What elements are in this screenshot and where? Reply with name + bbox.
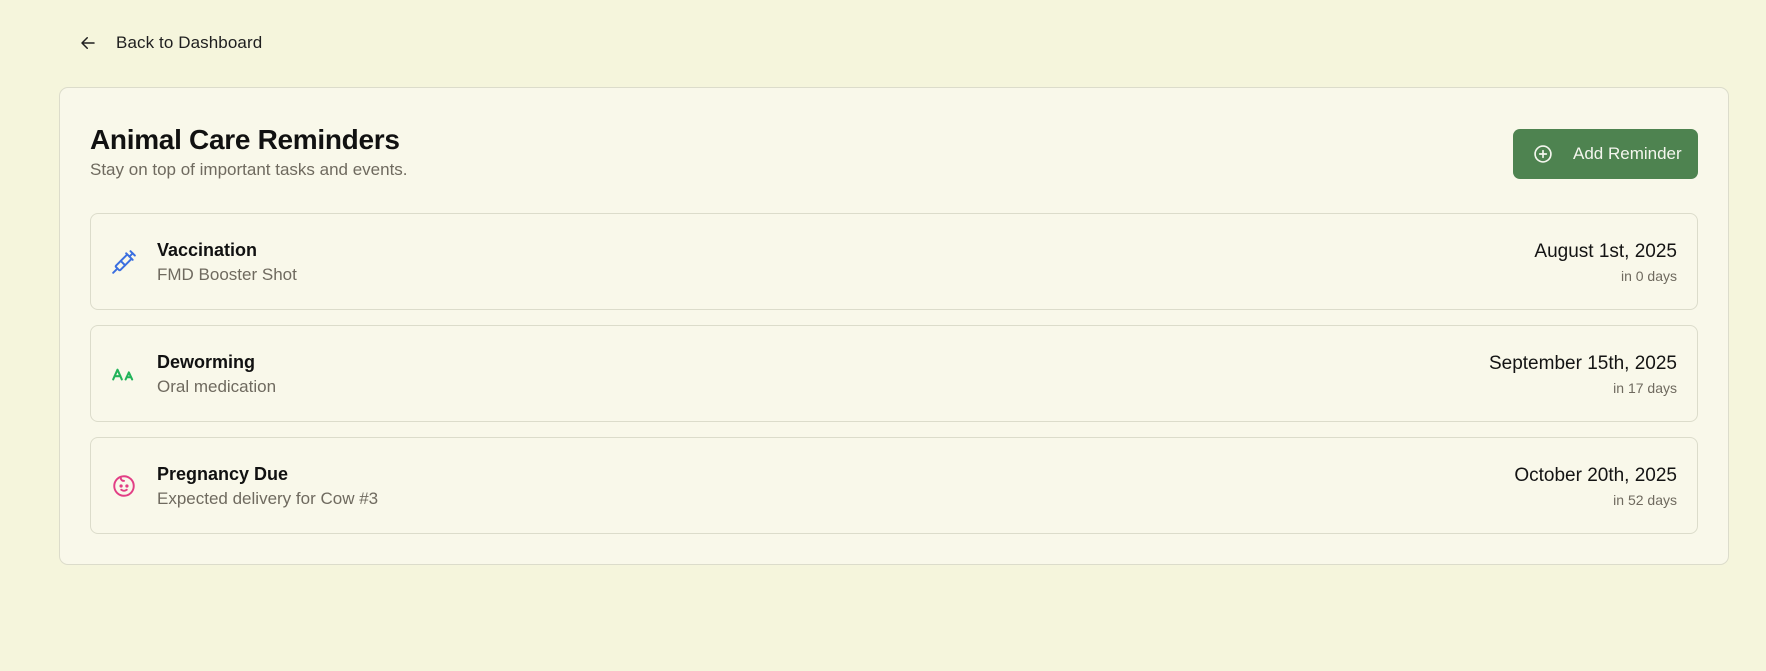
baby-icon bbox=[111, 473, 137, 499]
reminder-list: Vaccination FMD Booster Shot August 1st,… bbox=[90, 213, 1698, 549]
reminder-item[interactable]: Pregnancy Due Expected delivery for Cow … bbox=[90, 437, 1698, 534]
reminder-title: Deworming bbox=[157, 352, 256, 372]
reminder-title: Pregnancy Due bbox=[157, 464, 289, 484]
reminder-due: October 20th, 2025 in 52 days bbox=[1514, 464, 1677, 508]
reminder-item[interactable]: Deworming Oral medication September 15th… bbox=[90, 325, 1698, 422]
reminder-title: Vaccination bbox=[157, 240, 258, 260]
page-title: Animal Care Reminders bbox=[90, 124, 400, 155]
add-reminder-label: Add Reminder bbox=[1573, 144, 1682, 163]
text-size-icon bbox=[111, 361, 137, 387]
reminders-card: Animal Care Reminders Stay on top of imp… bbox=[59, 87, 1729, 565]
reminder-description: Expected delivery for Cow #3 bbox=[157, 489, 379, 508]
add-reminder-button[interactable]: Add Reminder bbox=[1513, 129, 1698, 179]
card-header: Animal Care Reminders Stay on top of imp… bbox=[90, 122, 1698, 186]
back-link-label: Back to Dashboard bbox=[116, 33, 263, 52]
reminder-relative-time: in 17 days bbox=[1613, 379, 1677, 396]
plus-circle-icon bbox=[1533, 144, 1553, 164]
page-subtitle: Stay on top of important tasks and event… bbox=[90, 160, 408, 179]
reminder-text: Deworming Oral medication bbox=[157, 350, 1489, 397]
reminder-relative-time: in 0 days bbox=[1620, 267, 1677, 284]
arrow-left-icon bbox=[78, 33, 98, 53]
back-to-dashboard-link[interactable]: Back to Dashboard bbox=[78, 30, 262, 56]
reminder-item[interactable]: Vaccination FMD Booster Shot August 1st,… bbox=[90, 213, 1698, 310]
reminder-text: Vaccination FMD Booster Shot bbox=[157, 238, 1534, 285]
reminder-text: Pregnancy Due Expected delivery for Cow … bbox=[157, 462, 1514, 509]
reminder-description: Oral medication bbox=[157, 377, 277, 396]
page: Back to Dashboard Animal Care Reminders … bbox=[0, 0, 1766, 671]
reminder-description: FMD Booster Shot bbox=[157, 265, 297, 284]
reminder-relative-time: in 52 days bbox=[1613, 491, 1677, 508]
syringe-icon bbox=[111, 249, 137, 275]
reminder-date: October 20th, 2025 bbox=[1514, 464, 1677, 486]
reminder-due: August 1st, 2025 in 0 days bbox=[1534, 240, 1677, 284]
reminder-due: September 15th, 2025 in 17 days bbox=[1489, 352, 1677, 396]
reminder-date: September 15th, 2025 bbox=[1488, 352, 1677, 374]
reminder-date: August 1st, 2025 bbox=[1534, 240, 1677, 262]
